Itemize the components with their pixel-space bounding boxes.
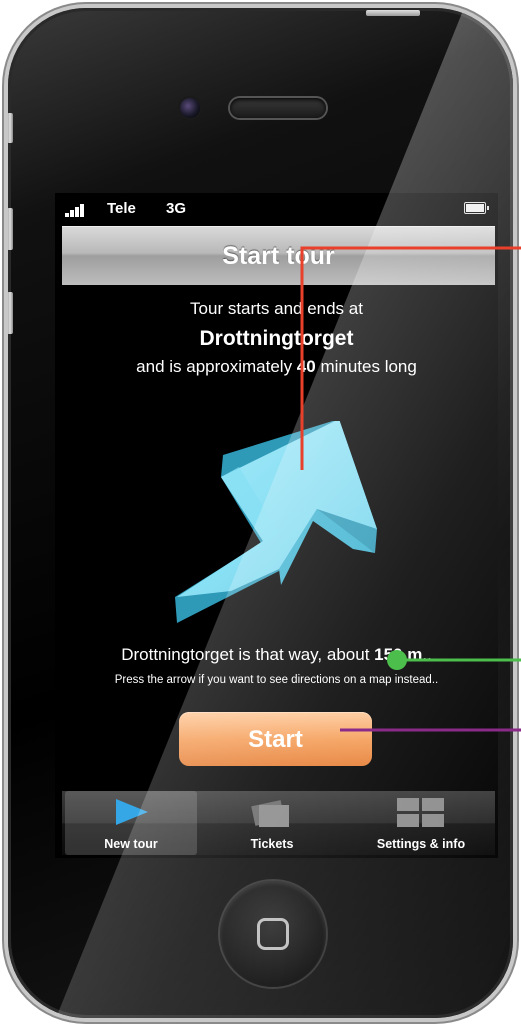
distance-suffix: .. — [422, 645, 432, 664]
duration-value: 40 — [296, 357, 316, 376]
network-type: 3G — [166, 200, 187, 217]
tour-intro: Tour starts and ends at Drottningtorget … — [55, 299, 498, 377]
duration-suffix: minutes long — [315, 357, 417, 376]
front-camera — [180, 98, 200, 118]
distance-text: Drottningtorget is that way, about 150 m… — [55, 645, 498, 665]
map-hint-text: Press the arrow if you want to see direc… — [114, 674, 439, 686]
tickets-icon — [251, 800, 289, 827]
settings-grid-icon — [397, 798, 444, 827]
volume-down-button[interactable] — [8, 292, 13, 334]
tab-bar: New tour Tickets Settings & info — [62, 791, 495, 855]
navigation-bar: Start tour — [62, 226, 495, 285]
phone-frame: Tele 3G Start tour Tour starts and ends … — [8, 8, 513, 1018]
tab-settings[interactable]: Settings & info — [347, 791, 495, 855]
signal-strength-icon — [65, 203, 91, 217]
direction-arrow-icon[interactable] — [163, 421, 388, 626]
tab-new-tour-label: New tour — [104, 837, 158, 851]
tour-start-text: Tour starts and ends at — [190, 299, 363, 318]
tab-tickets[interactable]: Tickets — [202, 791, 342, 855]
screen: Tele 3G Start tour Tour starts and ends … — [55, 193, 498, 858]
tab-new-tour[interactable]: New tour — [65, 791, 197, 855]
duration-prefix: and is approximately — [136, 357, 297, 376]
tab-tickets-label: Tickets — [250, 837, 294, 851]
distance-value: 150 m — [374, 645, 423, 664]
sleep-button[interactable] — [366, 10, 420, 16]
distance-prefix: Drottningtorget is that way, about — [121, 645, 375, 664]
home-square-icon — [257, 918, 289, 950]
tour-location: Drottningtorget — [199, 327, 354, 350]
battery-icon — [464, 202, 489, 214]
volume-up-button[interactable] — [8, 208, 13, 250]
mute-switch[interactable] — [8, 113, 13, 143]
page-title: Start tour — [222, 242, 335, 270]
tour-duration: and is approximately 40 minutes long — [55, 357, 498, 377]
status-bar: Tele 3G — [55, 193, 498, 225]
home-button[interactable] — [220, 881, 326, 987]
start-button[interactable]: Start — [179, 712, 372, 766]
carrier-name: Tele — [107, 200, 136, 217]
tab-settings-label: Settings & info — [376, 837, 466, 851]
earpiece-speaker — [230, 98, 326, 118]
play-icon — [116, 799, 148, 825]
